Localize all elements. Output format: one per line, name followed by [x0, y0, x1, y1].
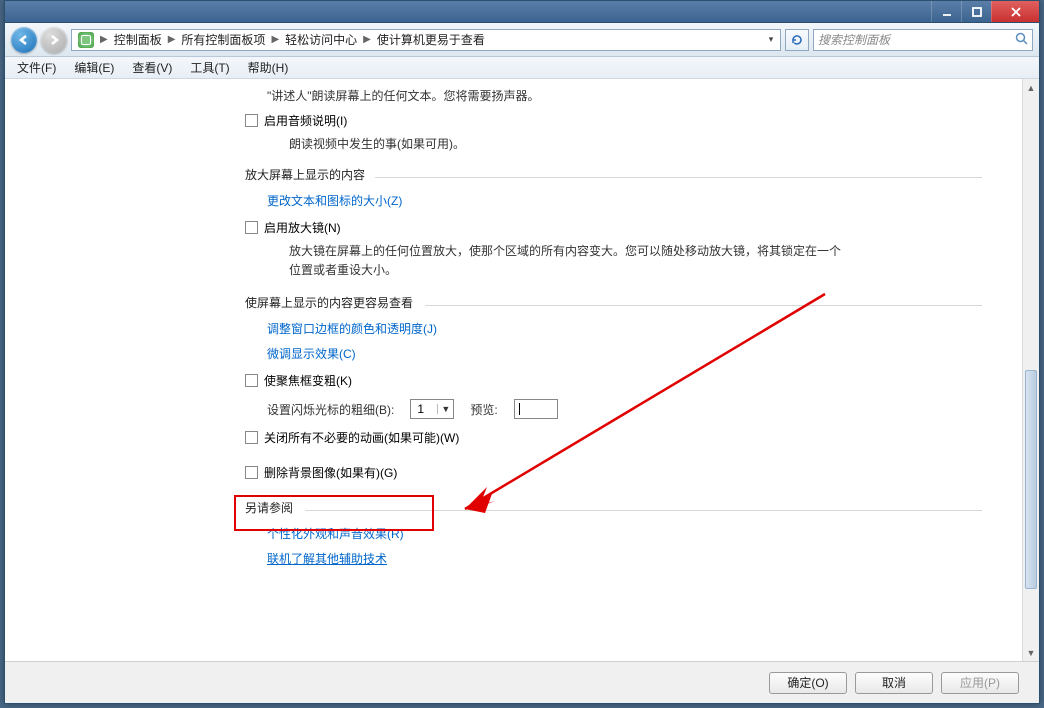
- change-text-size-link[interactable]: 更改文本和图标的大小(Z): [267, 192, 402, 209]
- search-icon: [1015, 32, 1028, 48]
- minimize-button[interactable]: [931, 1, 961, 22]
- back-button[interactable]: [11, 27, 37, 53]
- bg-checkbox[interactable]: [245, 466, 258, 479]
- audio-desc-checkbox[interactable]: [245, 114, 258, 127]
- menu-help[interactable]: 帮助(H): [240, 57, 297, 78]
- anim-checkbox[interactable]: [245, 431, 258, 444]
- fine-tune-link[interactable]: 微调显示效果(C): [267, 345, 356, 362]
- breadcrumb[interactable]: 使计算机更易于查看: [373, 31, 489, 48]
- cursor-preview: [514, 399, 558, 419]
- menu-edit[interactable]: 编辑(E): [66, 57, 122, 78]
- divider: [375, 177, 982, 178]
- divider: [425, 305, 982, 306]
- scroll-thumb[interactable]: [1025, 370, 1037, 589]
- magnifier-row: 启用放大镜(N): [245, 219, 982, 236]
- personalize-link[interactable]: 个性化外观和声音效果(R): [267, 525, 404, 542]
- cursor-row: 设置闪烁光标的粗细(B): 1 ▼ 预览:: [267, 399, 982, 419]
- bg-row: 删除背景图像(如果有)(G): [245, 464, 982, 481]
- section-seealso: 另请参阅 个性化外观和声音效果(R) 联机了解其他辅助技术: [245, 499, 982, 571]
- focus-row: 使聚焦框变粗(K): [245, 372, 982, 389]
- chevron-right-icon: ▶: [98, 34, 110, 45]
- chevron-right-icon: ▶: [269, 34, 281, 45]
- cancel-button[interactable]: 取消: [855, 672, 933, 694]
- anim-row: 关闭所有不必要的动画(如果可能)(W): [245, 429, 982, 446]
- breadcrumb[interactable]: 所有控制面板项: [177, 31, 269, 48]
- chevron-down-icon: ▼: [437, 404, 450, 414]
- focus-label: 使聚焦框变粗(K): [264, 372, 352, 389]
- section-enlarge-header: 放大屏幕上显示的内容: [245, 166, 982, 183]
- audio-desc-text: 朗读视频中发生的事(如果可用)。: [289, 135, 982, 152]
- section-easier: 使屏幕上显示的内容更容易查看 调整窗口边框的颜色和透明度(J) 微调显示效果(C…: [245, 294, 982, 481]
- anim-label: 关闭所有不必要的动画(如果可能)(W): [264, 429, 459, 446]
- preview-label: 预览:: [470, 401, 497, 418]
- apply-button[interactable]: 应用(P): [941, 672, 1019, 694]
- forward-button[interactable]: [41, 27, 67, 53]
- scroll-up-icon[interactable]: ▲: [1023, 79, 1039, 96]
- ok-button[interactable]: 确定(O): [769, 672, 847, 694]
- chevron-right-icon: ▶: [361, 34, 373, 45]
- window-border-link[interactable]: 调整窗口边框的颜色和透明度(J): [267, 320, 437, 337]
- audio-desc-row: 启用音频说明(I): [245, 112, 982, 129]
- magnifier-label: 启用放大镜(N): [264, 219, 341, 236]
- bg-label: 删除背景图像(如果有)(G): [264, 464, 397, 481]
- narrator-desc: "讲述人"朗读屏幕上的任何文本。您将需要扬声器。: [267, 87, 982, 104]
- chevron-right-icon: ▶: [166, 34, 178, 45]
- scroll-down-icon[interactable]: ▼: [1023, 644, 1039, 661]
- divider: [305, 510, 982, 511]
- cursor-preview-bar: [519, 403, 520, 415]
- search-input[interactable]: 搜索控制面板: [813, 29, 1033, 51]
- titlebar: [5, 1, 1039, 23]
- vertical-scrollbar[interactable]: ▲ ▼: [1022, 79, 1039, 661]
- breadcrumb[interactable]: 轻松访问中心: [281, 31, 361, 48]
- section-enlarge: 放大屏幕上显示的内容 更改文本和图标的大小(Z) 启用放大镜(N) 放大镜在屏幕…: [245, 166, 982, 280]
- magnifier-desc: 放大镜在屏幕上的任何位置放大，使那个区域的所有内容变大。您可以随处移动放大镜，将…: [289, 242, 849, 280]
- menubar: 文件(F) 编辑(E) 查看(V) 工具(T) 帮助(H): [5, 57, 1039, 79]
- menu-tools[interactable]: 工具(T): [182, 57, 237, 78]
- button-bar: 确定(O) 取消 应用(P): [5, 661, 1039, 703]
- address-dropdown-icon[interactable]: ▾: [764, 34, 778, 45]
- menu-view[interactable]: 查看(V): [124, 57, 180, 78]
- close-button[interactable]: [991, 1, 1039, 22]
- scroll-pane: "讲述人"朗读屏幕上的任何文本。您将需要扬声器。 启用音频说明(I) 朗读视频中…: [5, 79, 1022, 661]
- refresh-button[interactable]: [785, 29, 809, 51]
- audio-desc-label: 启用音频说明(I): [264, 112, 347, 129]
- cursor-width-value: 1: [417, 402, 424, 416]
- section-seealso-header: 另请参阅: [245, 499, 982, 516]
- address-bar[interactable]: ▶ 控制面板 ▶ 所有控制面板项 ▶ 轻松访问中心 ▶ 使计算机更易于查看 ▾: [71, 29, 781, 51]
- magnifier-checkbox[interactable]: [245, 221, 258, 234]
- window-frame: ▶ 控制面板 ▶ 所有控制面板项 ▶ 轻松访问中心 ▶ 使计算机更易于查看 ▾ …: [4, 0, 1040, 704]
- maximize-button[interactable]: [961, 1, 991, 22]
- online-assist-link[interactable]: 联机了解其他辅助技术: [267, 550, 387, 567]
- cursor-label: 设置闪烁光标的粗细(B):: [267, 401, 394, 418]
- navbar: ▶ 控制面板 ▶ 所有控制面板项 ▶ 轻松访问中心 ▶ 使计算机更易于查看 ▾ …: [5, 23, 1039, 57]
- section-easier-header: 使屏幕上显示的内容更容易查看: [245, 294, 982, 311]
- cursor-width-select[interactable]: 1 ▼: [410, 399, 454, 419]
- focus-checkbox[interactable]: [245, 374, 258, 387]
- control-panel-icon: [78, 32, 94, 48]
- menu-file[interactable]: 文件(F): [9, 57, 64, 78]
- scroll-track[interactable]: [1023, 96, 1039, 644]
- search-placeholder: 搜索控制面板: [818, 31, 890, 48]
- breadcrumb[interactable]: 控制面板: [110, 31, 166, 48]
- content-area: "讲述人"朗读屏幕上的任何文本。您将需要扬声器。 启用音频说明(I) 朗读视频中…: [5, 79, 1039, 661]
